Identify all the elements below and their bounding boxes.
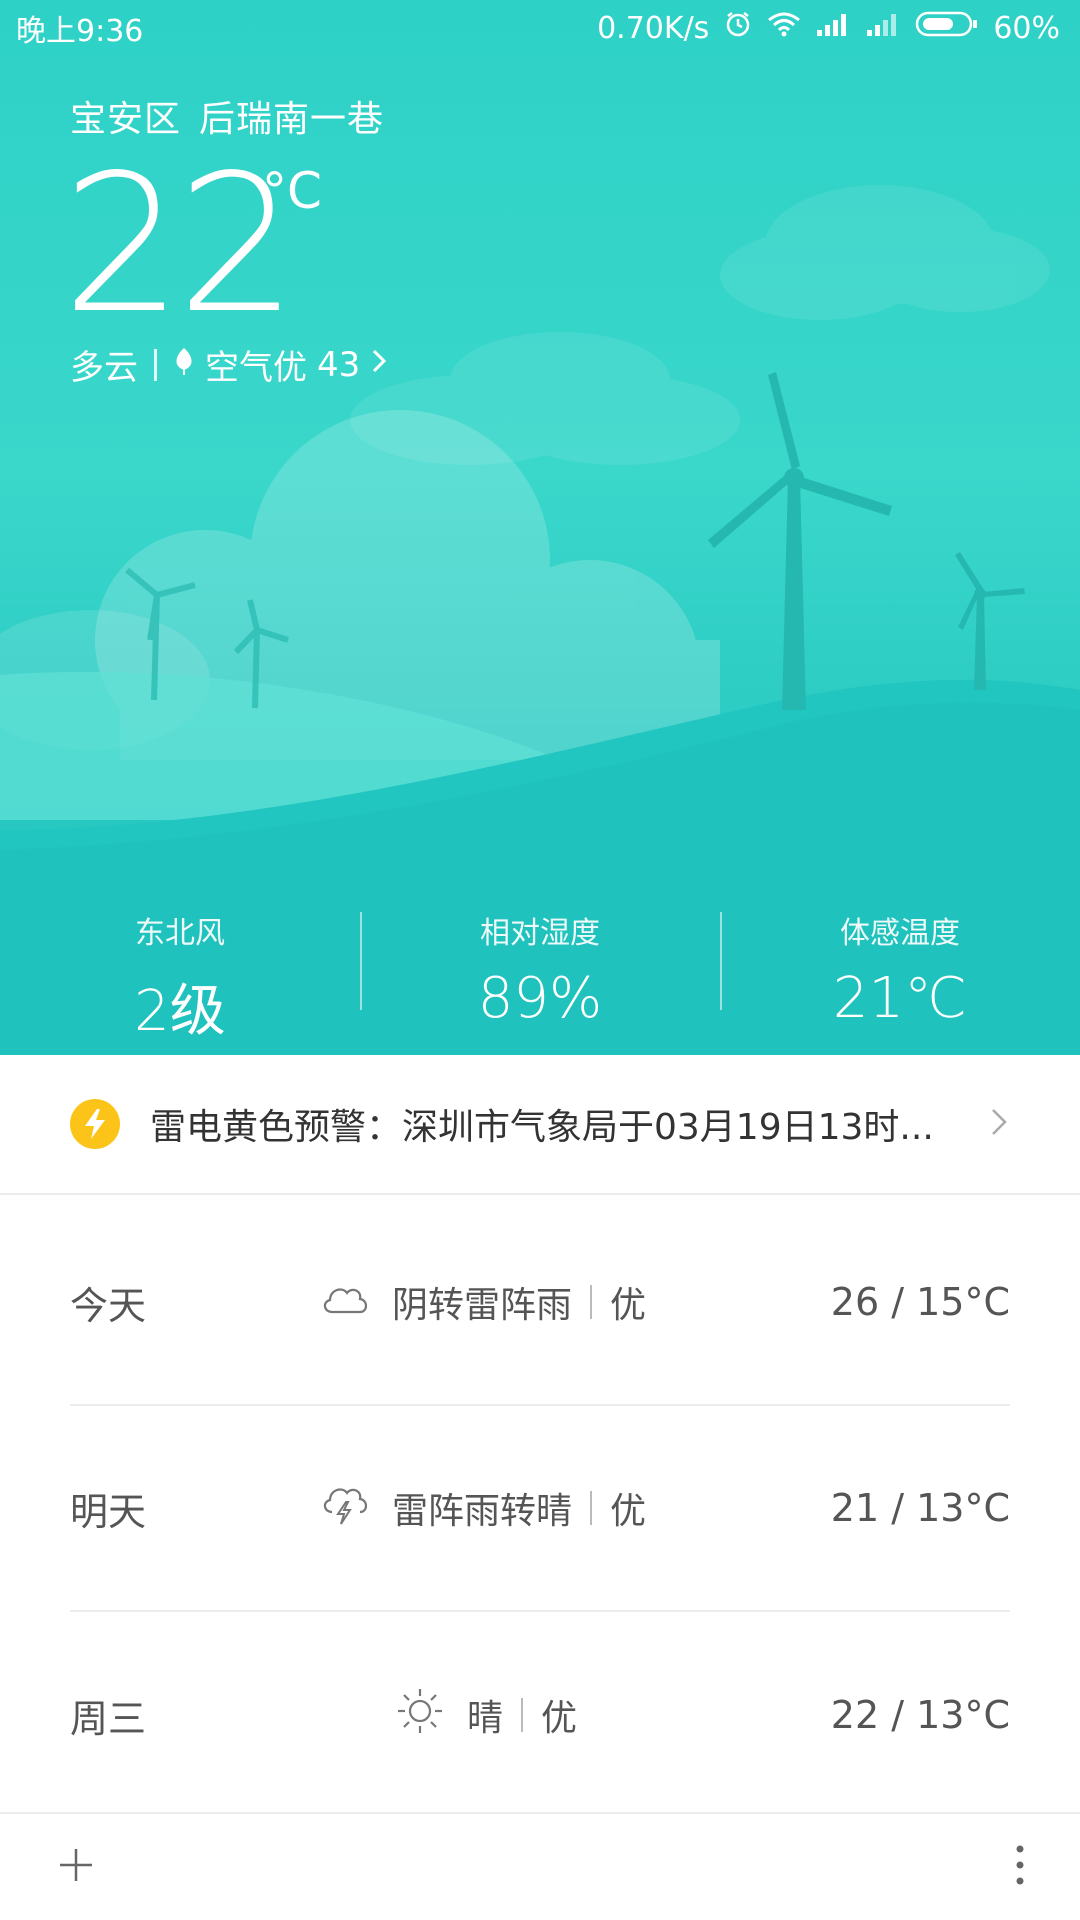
- stat-label: 相对湿度: [480, 916, 600, 951]
- stat-label: 体感温度: [840, 916, 960, 951]
- stat-wind: 东北风 2级: [0, 900, 360, 1044]
- day-name: 周三: [70, 1696, 147, 1741]
- air-quality-label: 空气优: [205, 348, 307, 388]
- day-name: 今天: [70, 1283, 147, 1328]
- add-city-button[interactable]: [56, 1845, 96, 1889]
- more-options-button[interactable]: [1014, 1843, 1026, 1891]
- temp-range: 22 / 13°C: [830, 1693, 1010, 1737]
- forecast-row-wednesday[interactable]: 周三 晴 优 22 / 13°C: [70, 1612, 1010, 1818]
- stat-label: 东北风: [135, 916, 225, 951]
- cloud-icon: [320, 1278, 370, 1327]
- wifi-icon: [767, 10, 801, 46]
- network-speed: 0.70K/s: [597, 10, 710, 46]
- chevron-right-icon: [988, 1104, 1010, 1144]
- plus-icon: [60, 1849, 92, 1881]
- stat-value: 89%: [477, 966, 603, 1031]
- divider: [590, 1285, 593, 1319]
- weather-hero: 晚上9:36 0.70K/s 60% 宝安区 后瑞南一巷 22 °C 多云 空气…: [0, 0, 1080, 1055]
- day-weather: 阴转雷阵雨 优: [320, 1276, 646, 1328]
- day-name: 明天: [70, 1489, 147, 1534]
- weather-desc: 晴: [467, 1698, 504, 1739]
- lightning-icon: [70, 1099, 120, 1149]
- air-quality: 优: [610, 1285, 647, 1326]
- chevron-right-icon: [370, 345, 388, 385]
- divider: [590, 1491, 593, 1525]
- forecast-list: 今天 阴转雷阵雨 优 26 / 15°C 明天 雷阵雨转晴 优 21 / 13°…: [70, 1200, 1010, 1818]
- weather-stats: 东北风 2级 相对湿度 89% 体感温度 21℃: [0, 900, 1080, 1044]
- temperature-unit: °C: [262, 162, 322, 220]
- signal-icon-2: [865, 11, 901, 46]
- stat-humidity: 相对湿度 89%: [360, 900, 720, 1031]
- thunder-shower-icon: [320, 1482, 370, 1535]
- battery-percent: 60%: [993, 10, 1060, 46]
- stat-value: 21℃: [832, 966, 968, 1031]
- status-time: 晚上9:36: [16, 14, 144, 49]
- aqi-value: 43: [317, 344, 361, 385]
- more-vertical-icon: [1016, 1845, 1024, 1885]
- forecast-row-tomorrow[interactable]: 明天 雷阵雨转晴 优 21 / 13°C: [70, 1406, 1010, 1612]
- weather-desc: 阴转雷阵雨: [392, 1285, 573, 1326]
- day-weather: 晴 优: [395, 1686, 577, 1745]
- stat-value: 2级: [134, 979, 226, 1044]
- signal-icon: [815, 11, 851, 46]
- alert-text: 雷电黄色预警：深圳市气象局于03月19日13时...: [150, 1107, 934, 1148]
- day-weather: 雷阵雨转晴 优: [320, 1482, 646, 1535]
- condition-line[interactable]: 多云 空气优 43: [70, 340, 388, 389]
- weather-alert-banner[interactable]: 雷电黄色预警：深圳市气象局于03月19日13时...: [0, 1055, 1080, 1195]
- temp-range: 26 / 15°C: [830, 1280, 1010, 1324]
- battery-icon: [915, 10, 979, 46]
- current-condition: 多云: [70, 348, 138, 388]
- bottom-toolbar: [0, 1812, 1080, 1920]
- divider: [154, 348, 157, 381]
- sun-icon: [395, 1686, 445, 1745]
- weather-desc: 雷阵雨转晴: [392, 1491, 573, 1532]
- divider: [521, 1698, 524, 1732]
- status-bar: 晚上9:36 0.70K/s 60%: [0, 0, 1080, 56]
- leaf-icon: [173, 345, 195, 385]
- alarm-icon: [723, 9, 753, 47]
- forecast-row-today[interactable]: 今天 阴转雷阵雨 优 26 / 15°C: [70, 1200, 1010, 1406]
- stat-feels-like: 体感温度 21℃: [720, 900, 1080, 1031]
- temp-range: 21 / 13°C: [830, 1486, 1010, 1530]
- current-temperature: 22: [62, 134, 298, 355]
- air-quality: 优: [541, 1698, 578, 1739]
- air-quality: 优: [610, 1491, 647, 1532]
